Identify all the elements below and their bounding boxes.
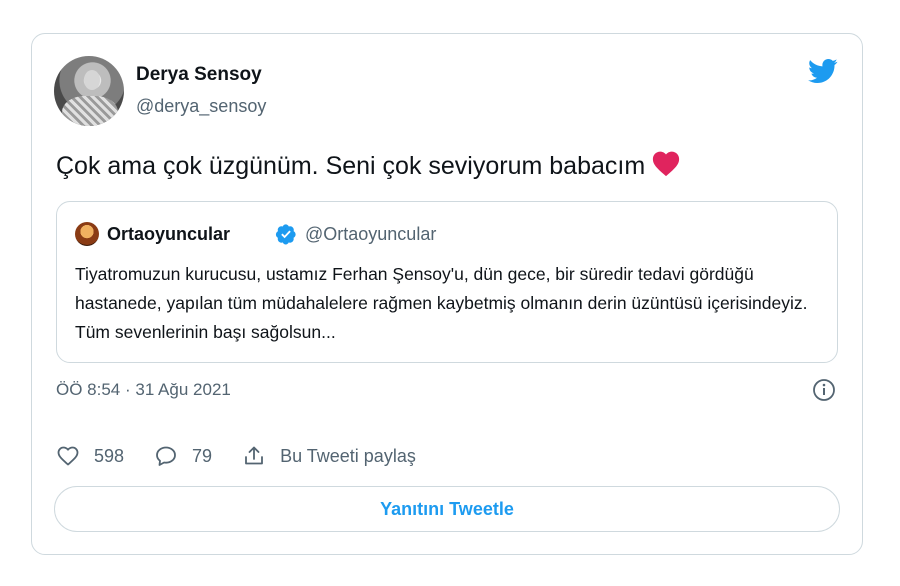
avatar[interactable] (54, 56, 124, 126)
author-handle[interactable]: @derya_sensoy (136, 96, 266, 117)
avatar-face (84, 70, 100, 90)
quoted-author-name: Ortaoyuncular (107, 224, 231, 244)
tweet-text-content: Çok ama çok üzgünüm. Seni çok seviyorum … (56, 152, 646, 180)
verified-badge-icon (275, 224, 296, 245)
like-action[interactable]: 598 (56, 444, 124, 468)
info-icon[interactable] (812, 378, 836, 402)
heart-emoji-icon (651, 149, 681, 184)
quoted-avatar[interactable] (75, 222, 99, 246)
reply-tweet-button[interactable]: Yanıtını Tweetle (54, 486, 840, 532)
avatar-body (62, 96, 118, 126)
quoted-author-handle: @Ortaoyuncular (305, 224, 437, 244)
like-count: 598 (94, 445, 125, 466)
share-label: Bu Tweeti paylaş (280, 445, 416, 466)
twitter-bird-icon[interactable] (806, 56, 840, 86)
tweet-actions: 598 79 Bu Tweeti paylaş (56, 442, 446, 470)
quoted-tweet[interactable]: Ortaoyuncular @Ortaoyuncular Tiyatromuzu… (56, 201, 838, 363)
share-icon[interactable] (242, 444, 266, 468)
like-icon[interactable] (56, 444, 80, 468)
tweet-timestamp[interactable]: ÖÖ 8:54 · 31 Ağu 2021 (56, 380, 231, 400)
reply-action[interactable]: 79 (154, 444, 212, 468)
share-action[interactable]: Bu Tweeti paylaş (242, 444, 416, 468)
tweet-card: Derya Sensoy @derya_sensoy Çok ama çok ü… (31, 33, 863, 555)
author-name[interactable]: Derya Sensoy (136, 64, 262, 86)
reply-icon[interactable] (154, 444, 178, 468)
quoted-tweet-text: Tiyatromuzun kurucusu, ustamız Ferhan Şe… (75, 264, 808, 342)
reply-count: 79 (192, 445, 213, 466)
tweet-text: Çok ama çok üzgünüm. Seni çok seviyorum … (56, 149, 681, 184)
